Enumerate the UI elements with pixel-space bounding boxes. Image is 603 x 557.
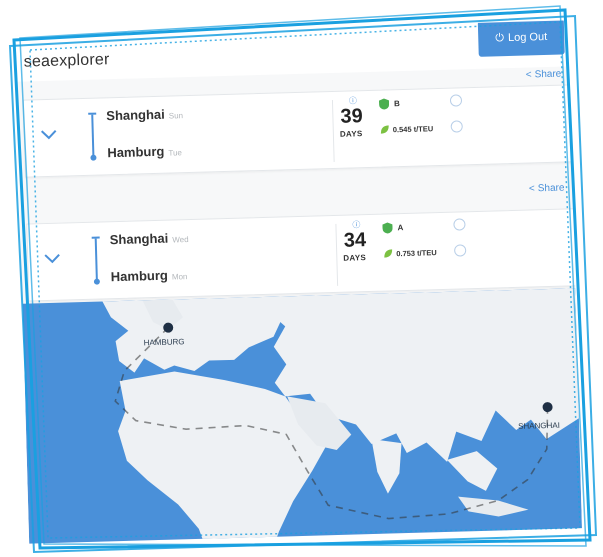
share-label: Share: [534, 68, 562, 81]
hamburg-label: HAMBURG: [143, 337, 185, 348]
power-icon: ⏻: [495, 31, 505, 44]
origin-day: Sun: [168, 111, 184, 121]
divider: [331, 99, 335, 162]
share-link-1[interactable]: < Share: [526, 69, 562, 81]
info-circle-icon[interactable]: [449, 94, 463, 107]
destination-day: Mon: [171, 272, 188, 282]
chevron-down-icon[interactable]: [39, 128, 59, 143]
route-card-1[interactable]: Shanghai Sun Hamburg Tue ⓘ 39 DAYS B 0.545…: [22, 84, 574, 178]
origin-port: Shanghai Wed: [109, 230, 189, 248]
share-link-2[interactable]: < Share: [529, 183, 565, 195]
transit-days-label: DAYS: [339, 129, 363, 139]
share-icon: <: [525, 69, 532, 81]
indonesia-land: [458, 496, 529, 517]
transit-days: 39: [340, 105, 363, 128]
top-bar: seaexplorer ⏻ Log Out: [15, 20, 570, 82]
sea-asia-land: [447, 451, 498, 491]
info-circle-icon[interactable]: [453, 218, 466, 231]
co2-value: 0.753 t/TEU: [396, 248, 437, 259]
info-circle-icon[interactable]: [454, 244, 467, 257]
co2-value: 0.545 t/TEU: [392, 124, 434, 135]
shanghai-label: SHANGHAI: [517, 420, 561, 431]
divider: [335, 223, 339, 286]
route-connector: [94, 238, 98, 283]
logout-button[interactable]: ⏻ Log Out: [477, 20, 565, 57]
shield-icon: [378, 98, 390, 110]
logout-label: Log Out: [507, 30, 548, 45]
share-label: Share: [537, 182, 565, 195]
route-connector: [91, 114, 95, 159]
app-screen: seaexplorer ⏻ Log Out < Share Shanghai Su…: [15, 20, 582, 544]
brand-logo: seaexplorer: [23, 51, 110, 71]
share-icon: <: [528, 183, 535, 195]
origin-day: Wed: [172, 235, 189, 245]
leaf-icon: [380, 125, 389, 134]
destination-port: Hamburg Mon: [110, 267, 188, 285]
leaf-icon: [384, 249, 393, 258]
shield-icon: [382, 222, 393, 234]
route-map[interactable]: HAMBURG SHANGHAI: [22, 288, 582, 544]
info-circle-icon[interactable]: [450, 120, 463, 133]
emission-grade: A: [397, 223, 404, 233]
destination-port: Hamburg Tue: [107, 143, 183, 161]
origin-port: Shanghai Sun: [106, 106, 184, 124]
transit-days: 34: [343, 229, 367, 252]
transit-days-label: DAYS: [343, 253, 367, 263]
europe-land: [102, 297, 283, 373]
route-card-2[interactable]: Shanghai Wed Hamburg Mon ⓘ 34 DAYS A 0.753…: [26, 208, 578, 302]
destination-day: Tue: [168, 148, 183, 158]
emission-grade: B: [393, 99, 400, 109]
chevron-down-icon[interactable]: [42, 252, 62, 267]
world-map: [102, 288, 579, 544]
india-land: [371, 439, 402, 494]
